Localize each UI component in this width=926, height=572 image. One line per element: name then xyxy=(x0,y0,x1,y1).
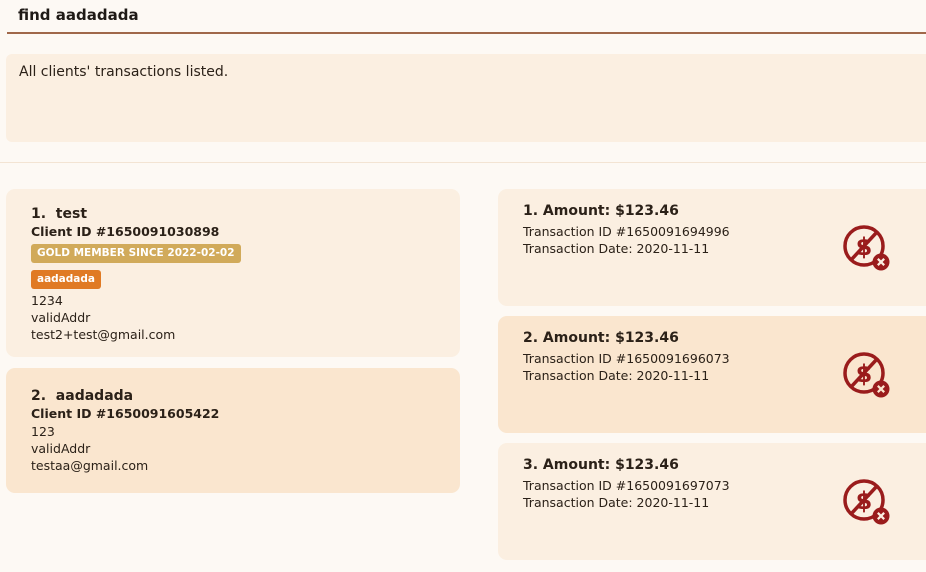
transaction-card[interactable]: 1. Amount: $123.46 Transaction ID #16500… xyxy=(498,189,926,306)
client-name: 2. aadadada xyxy=(31,388,134,404)
client-phone: 123 xyxy=(31,424,55,439)
svg-text:$: $ xyxy=(856,233,873,261)
transaction-amount: 3. Amount: $123.46 xyxy=(523,457,679,473)
client-email: test2+test@gmail.com xyxy=(31,327,176,342)
svg-text:$: $ xyxy=(856,487,873,515)
transaction-id: Transaction ID #1650091697073 xyxy=(523,478,730,493)
result-message: All clients' transactions listed. xyxy=(19,64,229,80)
transaction-card[interactable]: 3. Amount: $123.46 Transaction ID #16500… xyxy=(498,443,926,560)
svg-text:$: $ xyxy=(856,360,873,388)
divider xyxy=(0,162,926,163)
client-card[interactable]: 2. aadadada Client ID #1650091605422 123… xyxy=(6,368,460,493)
tag-badge: aadadada xyxy=(31,270,101,289)
client-address: validAddr xyxy=(31,310,91,325)
unpaid-dollar-icon: $ xyxy=(843,225,890,271)
transaction-card[interactable]: 2. Amount: $123.46 Transaction ID #16500… xyxy=(498,316,926,433)
transaction-date: Transaction Date: 2020-11-11 xyxy=(523,368,710,383)
client-email: testaa@gmail.com xyxy=(31,458,149,473)
transaction-amount: 1. Amount: $123.46 xyxy=(523,203,679,219)
client-phone: 1234 xyxy=(31,293,63,308)
transaction-id: Transaction ID #1650091696073 xyxy=(523,351,730,366)
client-name: 1. test xyxy=(31,206,88,222)
transaction-date: Transaction Date: 2020-11-11 xyxy=(523,495,710,510)
transaction-amount: 2. Amount: $123.46 xyxy=(523,330,679,346)
unpaid-dollar-icon: $ xyxy=(843,352,890,398)
client-address: validAddr xyxy=(31,441,91,456)
command-box[interactable] xyxy=(7,0,926,34)
client-id: Client ID #1650091605422 xyxy=(31,406,220,421)
transaction-date: Transaction Date: 2020-11-11 xyxy=(523,241,710,256)
client-id: Client ID #1650091030898 xyxy=(31,224,220,239)
command-input[interactable] xyxy=(18,6,898,24)
membership-badge: GOLD MEMBER SINCE 2022-02-02 xyxy=(31,244,241,263)
transaction-id: Transaction ID #1650091694996 xyxy=(523,224,730,239)
unpaid-dollar-icon: $ xyxy=(843,479,890,525)
result-display: All clients' transactions listed. xyxy=(6,54,926,142)
client-card[interactable]: 1. test Client ID #1650091030898 GOLD ME… xyxy=(6,189,460,357)
